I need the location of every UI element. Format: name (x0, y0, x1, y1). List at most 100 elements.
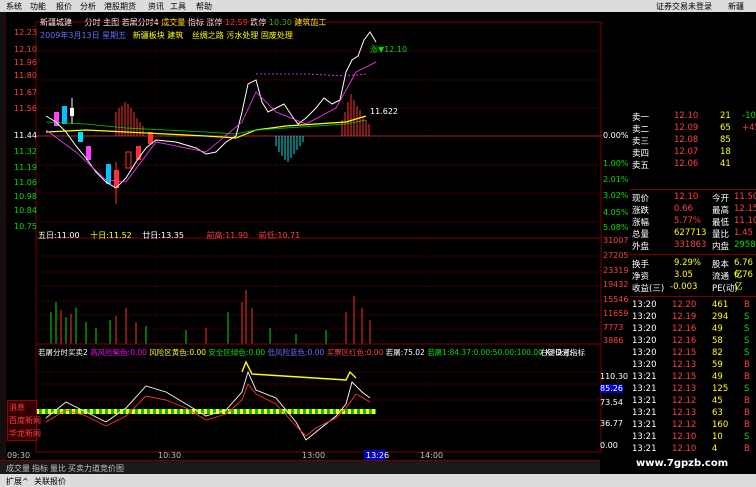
indicator-tick: 36.77 (600, 419, 623, 428)
time-cursor: 13:26 (366, 451, 390, 460)
menu-tools[interactable]: 工具 (170, 1, 186, 12)
avg-value-label: 11.622 (370, 107, 398, 116)
price-tick: 11.80 (14, 71, 37, 80)
macd-bars (115, 94, 370, 162)
quote-row: 涨幅 5.77% 最低 11.10 (632, 216, 756, 228)
price-tick: 11.32 (14, 147, 37, 156)
volume-header: 五日:11.00 十日:11.52 廿日:13.35 前高:11.90 前低:1… (38, 230, 300, 241)
indicator-value-a: 高风险紫色:0.00 (90, 348, 147, 357)
price-tick: 11.67 (14, 88, 37, 97)
related-quote-button[interactable]: 关联报价 (34, 476, 66, 487)
divider (630, 189, 756, 190)
price-tick: 12.23 (14, 28, 37, 37)
volume-tick: 31007 (603, 236, 629, 245)
price-tick: 11.96 (14, 58, 37, 67)
volume-tick: 11659 (603, 309, 629, 318)
candles (54, 98, 153, 204)
login-status[interactable]: 证券交易未登录 (656, 1, 712, 12)
pct-tick: 2.01% (603, 175, 629, 184)
tick-row: 13:21 12.13 63 B (632, 408, 750, 418)
news-panel: 消息 百度新闻 华龙新闻 (7, 400, 41, 441)
stock-name-short: 新疆 (728, 2, 744, 11)
sell-row[interactable]: 卖五 12.06 41 (630, 159, 756, 171)
tick-row: 13:21 12.12 160 B (632, 420, 750, 430)
tick-row: 13:20 12.16 58 S (632, 336, 750, 346)
menu-system[interactable]: 系统 (6, 1, 22, 12)
menu-function[interactable]: 功能 (30, 1, 46, 12)
indicator-tick: 0.00 (600, 441, 618, 450)
menu-hk-futures[interactable]: 港股期货 (104, 1, 136, 12)
quote-row: 涨跌 0.66 最高 12.15 (632, 204, 756, 216)
watermark-text: www.7gpzb.com (636, 458, 729, 469)
tab-indicator[interactable]: 指标 (32, 463, 48, 474)
indicator-value-c: 安全区绿色:0.00 (208, 348, 266, 357)
menu-help[interactable]: 帮助 (196, 1, 212, 12)
indicator-value-e: 买票区红色:0.00 (326, 348, 384, 357)
menu-quote[interactable]: 报价 (56, 1, 72, 12)
volume-tick: 19432 (603, 280, 629, 289)
sell-row[interactable]: 卖四 12.07 18 (630, 147, 756, 159)
hualong-news-button[interactable]: 华龙新闻 (8, 427, 41, 440)
up-marker: 涨▼12.10 (370, 45, 408, 54)
volume-tick: 15546 (603, 295, 629, 304)
tab-buy-sell-force[interactable]: 买卖力道 (68, 463, 100, 474)
ma20-label: 廿日:13.35 (142, 231, 184, 240)
indicator-value-g: 若屠1:84.37:0.00:50.00:100.00 (427, 348, 543, 357)
indicator-line-1 (45, 370, 371, 441)
news-button[interactable]: 消息 (8, 401, 36, 414)
quote-row: 净资 3.05 流通 6.76亿 (632, 270, 753, 292)
avg-line (45, 115, 367, 139)
time-tick: 14:00 (420, 451, 444, 460)
pct-tick: 3.02% (603, 191, 629, 200)
indicator-settings[interactable]: 右键设置指标 (540, 347, 585, 358)
tick-row: 13:21 12.13 125 S (632, 384, 750, 394)
sell-row[interactable]: 卖一12.1021-106 (630, 111, 756, 123)
pct-tick: 4.05% (603, 208, 629, 217)
indicator-tick: 110.30 (600, 372, 628, 381)
quote-row: 现价 12.10 今开 11.50 (632, 192, 756, 204)
baidu-news-button[interactable]: 百度新闻 (8, 414, 41, 427)
tick-row: 13:20 12.15 82 S (632, 348, 750, 358)
ma5-label: 五日:11.00 (38, 231, 80, 240)
quote-row: 总量 627713 量比 1.45 (632, 228, 753, 240)
volume-tick: 3886 (603, 336, 624, 345)
price-tick: 12.10 (14, 45, 37, 54)
time-tick: 09:30 (7, 451, 31, 460)
sell-row[interactable]: 卖二12.0965+45 (630, 123, 756, 135)
tick-row: 13:20 12.16 49 S (632, 324, 750, 334)
expand-button[interactable]: 扩展^ (6, 476, 29, 487)
tab-auction[interactable]: 竞价图 (100, 463, 124, 474)
volume-tick: 7773 (603, 323, 624, 332)
indicator-header: 若屠分时买卖2 高风险紫色:0.00 风险区黄色:0.00 安全区绿色:0.00… (38, 347, 574, 358)
price-tick: 11.19 (14, 163, 37, 172)
volume-bars (50, 290, 371, 344)
prev-high-label: 前高:11.90 (206, 231, 249, 240)
quote-row: 换手 9.29% 股本 6.76亿 (632, 258, 753, 280)
bottom-tabs: 成交量 指标 量比 买卖力道 竞价图 (0, 460, 600, 474)
divider (630, 296, 756, 297)
tick-row: 13:20 12.20 461 B (632, 300, 750, 310)
tick-row: 13:21 12.15 49 B (632, 372, 750, 382)
tick-row: 13:21 12.10 4 B (632, 444, 750, 454)
menu-analysis[interactable]: 分析 (80, 1, 96, 12)
tab-volume[interactable]: 成交量 (6, 463, 30, 474)
status-bar: 扩展^ 关联报价 (0, 474, 756, 487)
time-tick: 10:30 (158, 451, 182, 460)
menu-news[interactable]: 资讯 (148, 1, 164, 12)
price-tick: 11.56 (14, 104, 37, 113)
indicator-tick: 73.54 (600, 398, 623, 407)
volume-tick: 27205 (603, 251, 629, 260)
pct-tick: 0.00% (603, 131, 629, 140)
tick-row: 13:21 12.12 45 B (632, 396, 750, 406)
indicator-cursor-tick: 85.26 (600, 384, 623, 393)
time-tick: 13:00 (302, 451, 326, 460)
indicator-value-f: 若屠:75.02 (385, 348, 425, 357)
volume-tick: 23319 (603, 266, 629, 275)
tab-volume-ratio[interactable]: 量比 (50, 463, 66, 474)
pct-tick: 5.08% (603, 223, 629, 232)
pct-tick: 1.00% (603, 159, 629, 168)
sell-row[interactable]: 卖三 12.08 85 (630, 135, 756, 147)
quote-row: 外盘331863内盘295850 (632, 240, 756, 252)
price-tick: 11.06 (14, 178, 37, 187)
indicator-title[interactable]: 若屠分时买卖2 (38, 348, 88, 357)
